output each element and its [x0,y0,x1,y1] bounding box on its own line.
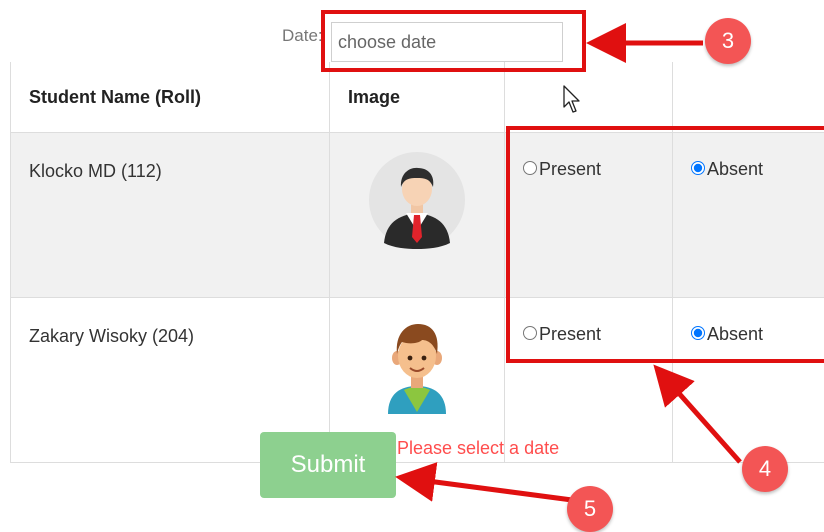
arrow-4 [660,372,740,462]
annotation-badge-3: 3 [705,18,751,64]
arrow-5 [405,478,572,500]
annotation-badge-4: 4 [742,446,788,492]
annotation-badge-5: 5 [567,486,613,532]
annotation-arrows [0,0,824,523]
